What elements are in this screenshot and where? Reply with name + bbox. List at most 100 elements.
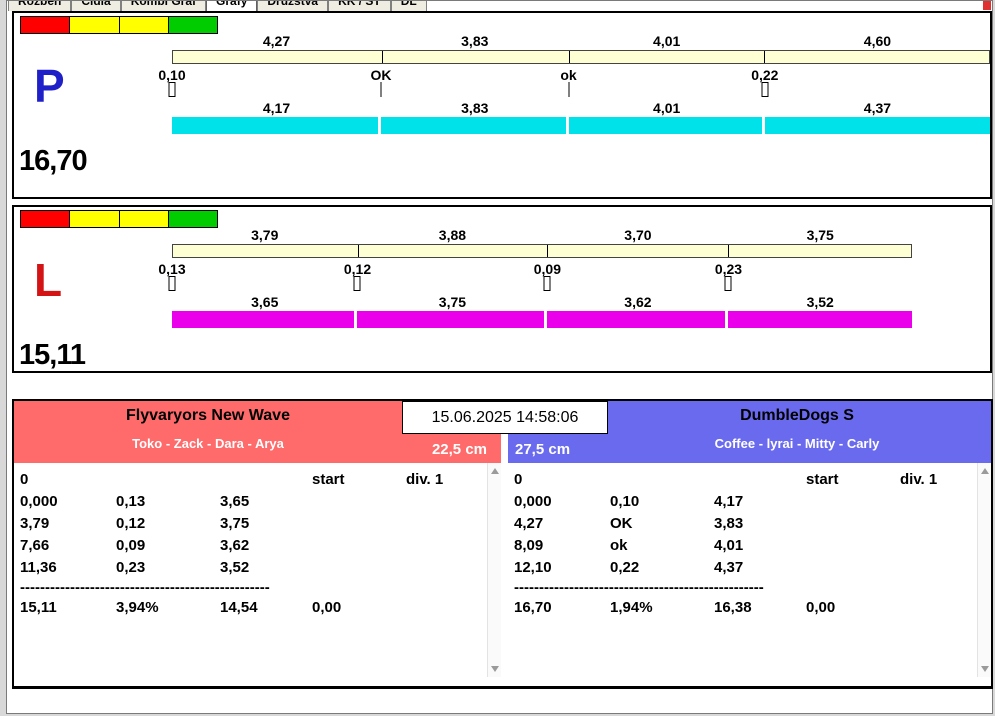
table-cell <box>312 513 406 535</box>
scroll-down-icon[interactable] <box>981 666 989 672</box>
change-time-label: 0,23 <box>714 261 743 277</box>
table-cell <box>220 469 312 491</box>
table-cell: 3,65 <box>220 493 250 510</box>
table-cell <box>900 491 977 513</box>
table-data-row: 11,36 0,23 3,52 <box>14 557 487 579</box>
scroll-up-icon[interactable] <box>491 468 499 474</box>
change-markers-row <box>168 276 912 292</box>
table-cell: 3,94% <box>116 599 159 616</box>
jump-height: 27,5 cm <box>515 441 571 458</box>
change-time-label: 0,22 <box>751 67 779 83</box>
tab-dl[interactable]: DL <box>390 1 427 11</box>
table-cell: 4,01 <box>714 537 744 554</box>
change-time-label: 0,12 <box>343 261 372 277</box>
split-time-label: 4,60 <box>863 33 892 49</box>
table-data-row: 3,79 0,12 3,75 <box>14 513 487 535</box>
change-marker-box <box>761 82 769 97</box>
table-cell <box>312 557 406 579</box>
table-cell: 3,83 <box>714 515 744 532</box>
teams-header: Flyvaryors New Wave Toko - Zack - Dara -… <box>14 401 991 463</box>
tab-dru-stv-[interactable]: Družstvá <box>257 1 329 11</box>
change-time-label: OK <box>370 67 392 83</box>
table-cell: 3,79 <box>20 515 50 532</box>
table-cell: 15,11 <box>20 599 57 616</box>
split-bar-segment <box>357 245 547 257</box>
change-times-row: 0,10 OK ok 0,22 <box>158 67 990 83</box>
table-cell: 7,66 <box>20 537 50 554</box>
table-cell: 1,94% <box>610 599 653 616</box>
split-bar-segment <box>173 51 382 63</box>
split-time-label: 4,01 <box>653 33 681 49</box>
team-results-table-right: 0 start div. 1 0,000 0,10 4,17 4,27 OK 3,83 8,09 o… <box>508 463 991 677</box>
change-times-row: 0,13 0,12 0,09 0,23 <box>158 261 912 277</box>
table-header-row: 0 start div. 1 <box>508 469 977 491</box>
split-time-label: 4,27 <box>262 33 291 49</box>
clean-times-row: 4,17 3,83 4,01 4,37 <box>172 100 990 116</box>
split-bar-segment <box>568 51 765 63</box>
change-time-label: 0,10 <box>158 67 186 83</box>
clean-time-label: 3,83 <box>461 100 489 116</box>
table-cell: 0 <box>20 471 29 488</box>
clean-time-bar <box>764 117 990 134</box>
clean-time-bar <box>357 311 545 328</box>
table-header-row: 0 start div. 1 <box>14 469 487 491</box>
table-cell: 4,37 <box>714 559 744 576</box>
table-cell: 0,10 <box>610 493 640 510</box>
change-marker-box <box>353 276 361 291</box>
tab-kk-st[interactable]: KK / ST <box>328 1 391 11</box>
change-marker-box <box>168 82 176 97</box>
app-window: Rozbeh Cidla Kombi Graf Grafy Družstvá KK / S… <box>6 0 993 714</box>
results-tables: 0 start div. 1 0,000 0,13 3,65 3,79 0,12 3,75 7,6… <box>14 463 991 677</box>
team-members: Toko - Zack - Dara - Arya <box>132 436 284 451</box>
change-time-label: 0,13 <box>158 261 186 277</box>
table-cell: start <box>806 471 839 488</box>
table-cell <box>714 469 806 491</box>
table-totals-row: 16,70 1,94% 16,38 0,00 <box>508 597 977 619</box>
table-cell <box>406 491 487 513</box>
scroll-up-icon[interactable] <box>981 468 989 474</box>
table-totals-row: 15,11 3,94% 14,54 0,00 <box>14 597 487 619</box>
clean-time-label: 3,62 <box>624 294 652 310</box>
table-cell <box>312 491 406 513</box>
table-cell: 16,70 <box>514 599 552 616</box>
team-members: Coffee - lyrai - Mitty - Carly <box>714 436 880 451</box>
clean-time-bar <box>568 117 762 134</box>
lane-label-l: L <box>34 254 63 306</box>
tab-kombi-graf[interactable]: Kombi Graf <box>120 1 207 11</box>
split-time-label: 3,88 <box>438 227 467 243</box>
status-strip-cell <box>70 17 120 33</box>
status-strip-cell <box>70 211 120 227</box>
scrollbar[interactable] <box>487 463 501 677</box>
scroll-down-icon[interactable] <box>491 666 499 672</box>
table-cell <box>806 535 900 557</box>
tab-grafy[interactable]: Grafy <box>206 1 258 11</box>
jump-height: 22,5 cm <box>431 441 487 458</box>
clean-time-label: 4,01 <box>653 100 681 116</box>
team-name: Flyvaryors New Wave <box>126 407 290 424</box>
split-bar <box>172 244 912 258</box>
change-markers-row <box>168 82 990 98</box>
clean-bars-row <box>172 311 912 328</box>
clean-time-label: 3,65 <box>251 294 279 310</box>
clean-bars-row <box>172 117 990 134</box>
clean-time-label: 3,52 <box>806 294 834 310</box>
table-cell <box>610 469 714 491</box>
status-strip-cell <box>21 17 71 33</box>
table-cell: 11,36 <box>20 559 57 576</box>
tab-rozbeh[interactable]: Rozbeh <box>8 1 72 11</box>
clean-time-label: 4,37 <box>863 100 892 116</box>
table-data-row: 0,000 0,10 4,17 <box>508 491 977 513</box>
table-body: 0 start div. 1 0,000 0,10 4,17 4,27 OK 3,83 8,09 o… <box>508 463 977 677</box>
table-cell <box>806 557 900 579</box>
split-bar-segment <box>381 51 569 63</box>
table-cell <box>900 535 977 557</box>
split-time-label: 3,75 <box>806 227 834 243</box>
scrollbar[interactable] <box>977 463 991 677</box>
table-cell <box>406 557 487 579</box>
tab-cidla[interactable]: Cidla <box>71 1 121 11</box>
results-footer: Flyvaryors New Wave Toko - Zack - Dara -… <box>12 399 993 689</box>
table-cell: div. 1 <box>900 471 938 488</box>
window-button-fragment[interactable] <box>980 1 991 10</box>
table-cell: 0,000 <box>20 493 58 510</box>
change-marker-box <box>168 276 176 291</box>
